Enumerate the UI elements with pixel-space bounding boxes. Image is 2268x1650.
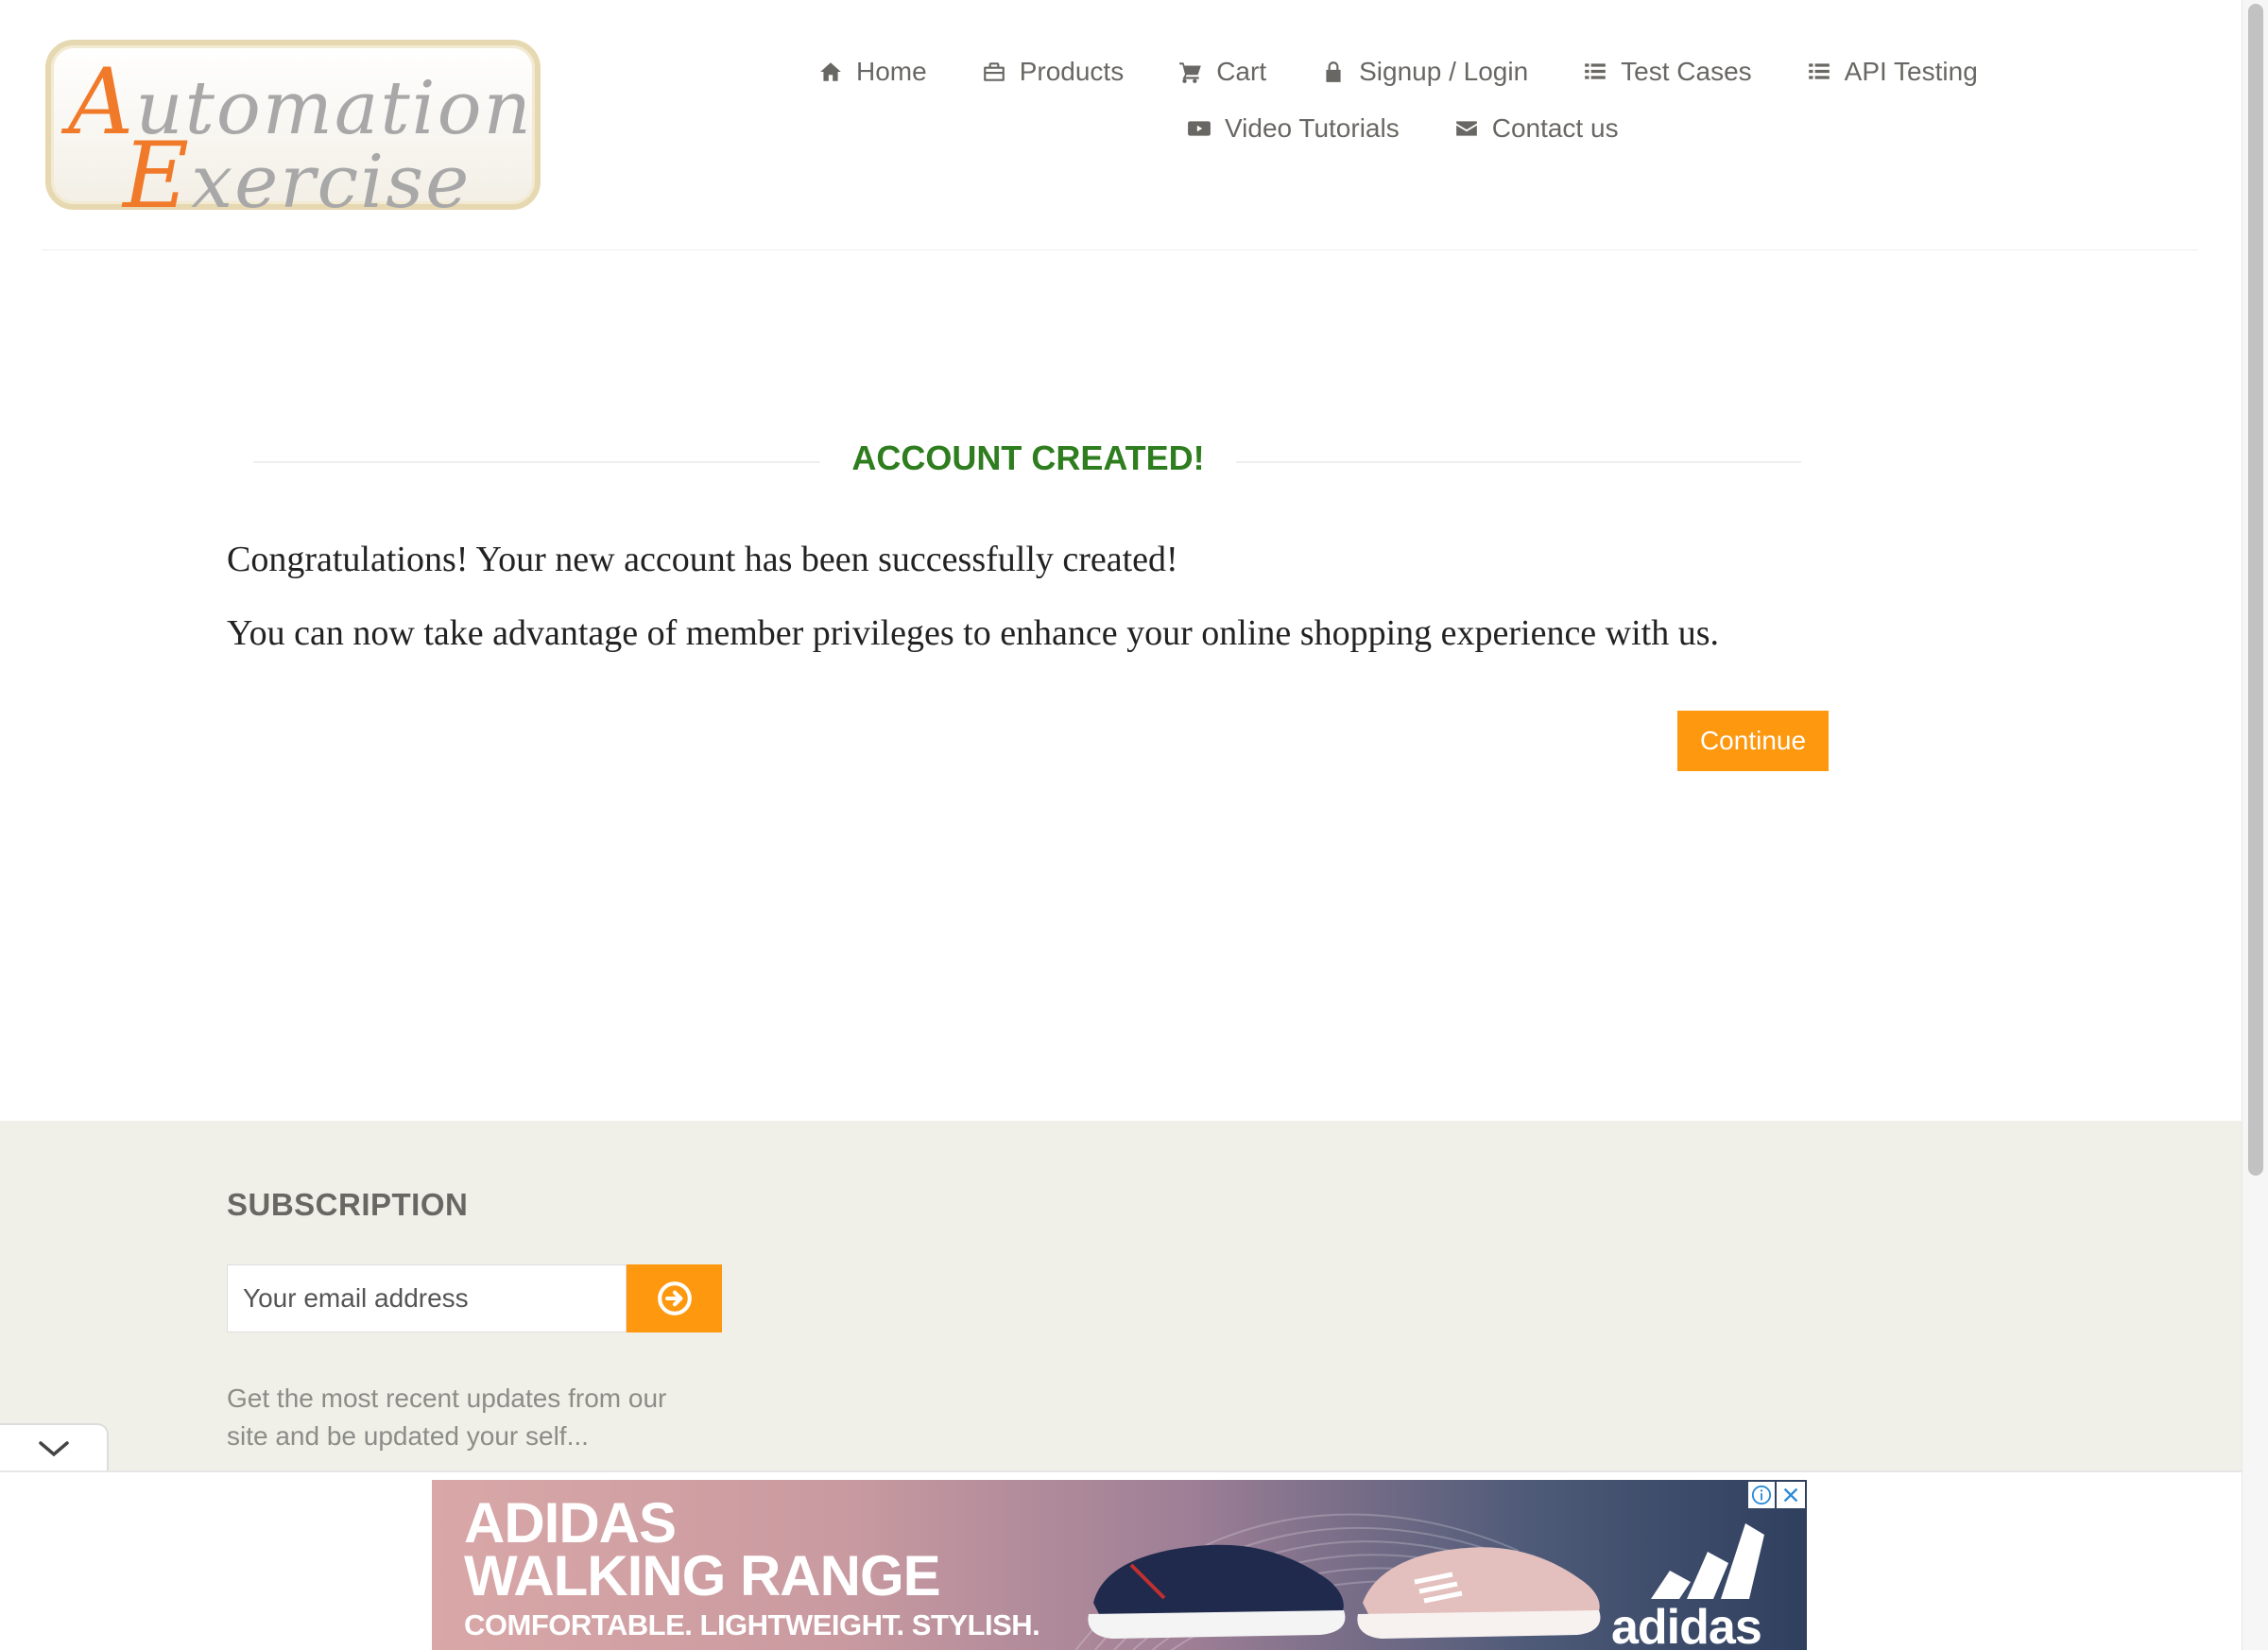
- chevron-down-icon: [38, 1441, 69, 1457]
- shoe-pink-image: [1357, 1547, 1601, 1639]
- info-icon: [1751, 1485, 1772, 1505]
- briefcase-icon: [983, 62, 1005, 81]
- collapse-ad-tab[interactable]: [0, 1423, 109, 1472]
- subscription-email-input[interactable]: [227, 1264, 627, 1332]
- title-divider-left: [253, 461, 820, 463]
- privileges-message: You can now take advantage of member pri…: [227, 613, 1720, 653]
- header-divider: [42, 249, 2198, 250]
- close-icon: [1783, 1487, 1798, 1503]
- nav-row-2: Video Tutorials Contact us: [1187, 113, 1619, 144]
- lock-icon: [1326, 61, 1341, 82]
- nav-video-tutorials[interactable]: Video Tutorials: [1187, 113, 1400, 144]
- subscription-description: Get the most recent updates from our sit…: [227, 1384, 667, 1451]
- ad-tagline: COMFORTABLE. LIGHTWEIGHT. STYLISH.: [464, 1608, 1040, 1641]
- nav-home[interactable]: Home: [818, 57, 927, 87]
- nav-contact-us[interactable]: Contact us: [1454, 113, 1619, 144]
- nav-row-1: Home Products Cart Signup / Login Test C…: [818, 57, 1978, 87]
- shoe-navy-image: [1088, 1544, 1346, 1639]
- ad-banner[interactable]: ADIDAS WALKING RANGE COMFORTABLE. LIGHTW…: [432, 1480, 1807, 1650]
- nav-test-cases[interactable]: Test Cases: [1583, 57, 1752, 87]
- nav-api-testing[interactable]: API Testing: [1807, 57, 1978, 87]
- ad-info-button[interactable]: [1748, 1482, 1775, 1508]
- nav-cart[interactable]: Cart: [1178, 57, 1266, 87]
- title-divider-right: [1236, 461, 1801, 463]
- cart-icon: [1179, 62, 1202, 83]
- ad-bar: ADIDAS WALKING RANGE COMFORTABLE. LIGHTW…: [0, 1470, 2242, 1650]
- nav-signup-login[interactable]: Signup / Login: [1321, 57, 1528, 87]
- site-logo[interactable]: Automation Exercise: [45, 40, 541, 229]
- scrollbar-thumb[interactable]: [2248, 4, 2263, 1176]
- subscribe-button[interactable]: [627, 1264, 722, 1332]
- continue-button[interactable]: Continue: [1677, 711, 1829, 771]
- arrow-circle-right-icon: [657, 1281, 692, 1315]
- adidas-logo-icon: [1651, 1523, 1764, 1599]
- home-icon: [820, 62, 841, 81]
- nav-products[interactable]: Products: [982, 57, 1124, 87]
- ad-brand-name: adidas: [1611, 1600, 1762, 1650]
- page-scrollbar[interactable]: [2242, 0, 2268, 1650]
- ad-headline-1: ADIDAS: [464, 1491, 677, 1555]
- youtube-play-icon: [1188, 121, 1211, 136]
- list-icon: [1808, 63, 1830, 79]
- success-message: Congratulations! Your new account has be…: [227, 540, 1178, 579]
- page-title: ACCOUNT CREATED!: [851, 438, 1205, 477]
- logo-line-2: Exercise: [123, 123, 472, 229]
- list-icon: [1585, 63, 1606, 79]
- ad-close-button[interactable]: [1777, 1482, 1805, 1508]
- ad-headline-2: WALKING RANGE: [464, 1544, 941, 1607]
- subscription-title: SUBSCRIPTION: [227, 1187, 469, 1222]
- envelope-icon: [1455, 121, 1477, 136]
